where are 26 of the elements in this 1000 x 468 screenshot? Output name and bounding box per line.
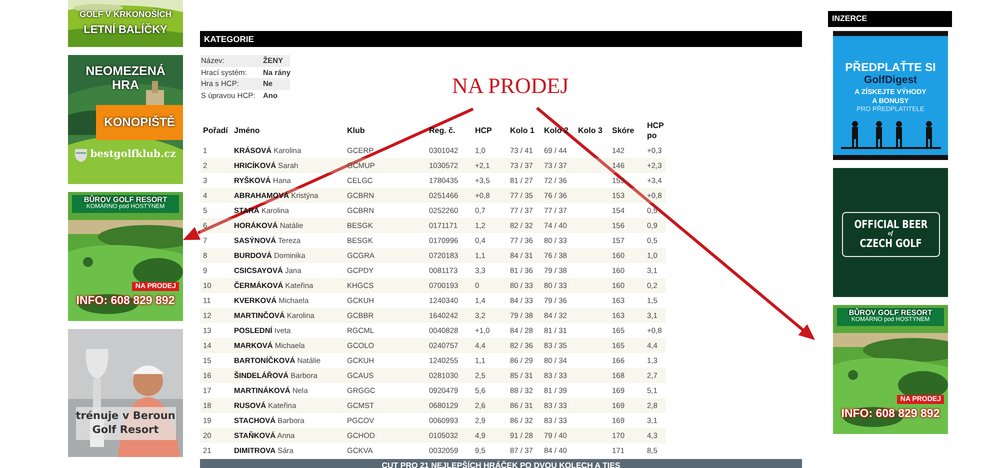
banner-caption: trénuje v Beroun Golf Resort (76, 407, 176, 440)
column-header: Skóre (611, 124, 636, 137)
website-address: bestgolfklub.cz (90, 149, 176, 160)
section-title: KATEGORIE (200, 31, 802, 47)
phone-number: INFO: 608 829 892 (841, 408, 940, 420)
banner-title: OFFICIAL BEER (854, 219, 928, 231)
magazine-name: GolfDigest (864, 74, 918, 86)
column-header: Klub (346, 124, 366, 137)
column-header: Jméno (233, 124, 261, 137)
banner-title: NEOMEZENÁ HRA (84, 65, 166, 92)
banner-title: LETNÍ BALÍČKY (84, 24, 168, 36)
column-header: HCP (474, 124, 493, 137)
column-header: Pořadí (202, 124, 229, 137)
banner-title: GOLF V KRKONOŠÍCH (79, 10, 172, 20)
table-footer: CUT PRO 21 NEJLEPŠÍCH HRÁČEK PO DVOU KOLECH A TIES (200, 459, 802, 468)
sidebar-title: INZERCE (828, 11, 952, 27)
column-header: HCP po (646, 120, 665, 142)
banner-title: PŘEDPLAŤTE SI (845, 62, 936, 75)
shield-icon (75, 148, 88, 162)
banner-label: KONOPIŠTĚ (96, 104, 183, 140)
annotation-text: NA PRODEJ (452, 73, 569, 99)
column-header: Reg. č. (428, 124, 456, 137)
column-header: Kolo 3 (577, 124, 604, 137)
phone-number: INFO: 608 829 892 (76, 294, 175, 308)
column-header: Kolo 1 (509, 124, 536, 137)
banner-title: CZECH GOLF (859, 238, 922, 250)
